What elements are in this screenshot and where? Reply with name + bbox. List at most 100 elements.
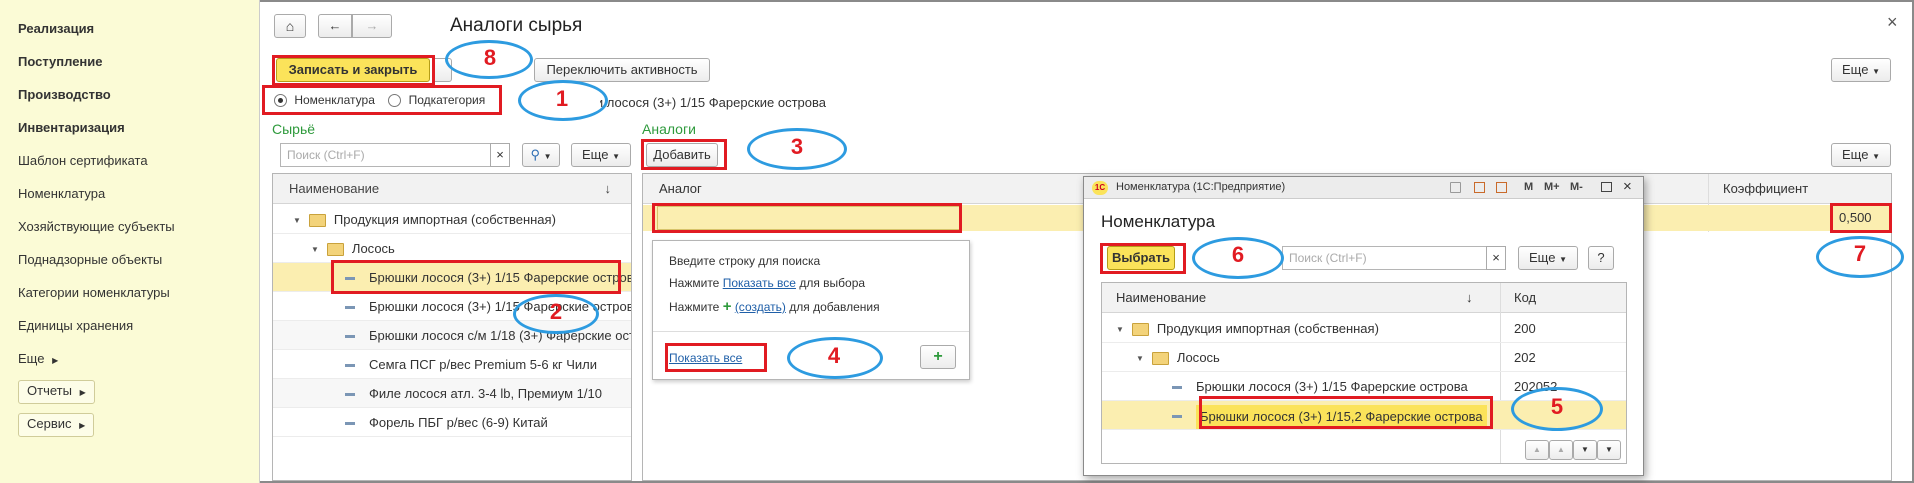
marker-number-6: 6 (1231, 242, 1245, 267)
marker-box-show-all (665, 343, 767, 372)
col-name-header: Наименование (1116, 290, 1207, 305)
raw-search-clear-button[interactable]: × (490, 143, 510, 167)
table-row[interactable]: ▼ Продукция импортная (собственная) (273, 205, 631, 234)
memory-button[interactable]: M (1524, 181, 1533, 193)
sidebar-section-receipt[interactable]: Поступление (18, 54, 103, 69)
marker-box-coef (1830, 203, 1892, 233)
scroll-bottom-button[interactable]: ▼ (1597, 440, 1621, 460)
marker-box-dialog-item (1199, 396, 1493, 429)
memory-plus-button[interactable]: M+ (1544, 181, 1560, 193)
popup-hint-line: Нажмите + (создать) для добавления (669, 298, 880, 315)
nomenclature-dialog: 1С Номенклатура (1С:Предприятие) M M+ M-… (1083, 176, 1644, 476)
chevron-right-icon: ▶ (79, 421, 86, 430)
sidebar-item-business-entities[interactable]: Хозяйствующие субъекты (18, 219, 175, 234)
marker-number-5: 5 (1550, 394, 1564, 419)
create-inline-link[interactable]: (создать) (735, 300, 786, 314)
marker-box-raw-item (331, 260, 621, 294)
marker-box-add (641, 139, 727, 170)
table-row[interactable]: Семга ПСГ р/вес Premium 5-6 кг Чили (273, 350, 631, 379)
create-button[interactable]: + (920, 345, 956, 369)
marker-number-3: 3 (790, 134, 804, 159)
item-icon (345, 306, 355, 310)
folder-icon (308, 214, 326, 228)
table-row[interactable]: ▼ Продукция импортная (собственная) 200 (1102, 314, 1626, 343)
sidebar-more[interactable]: Еще ▶ (18, 351, 58, 366)
item-icon (345, 393, 355, 397)
sidebar-item-nomenclature[interactable]: Номенклатура (18, 186, 105, 201)
marker-box-select (1100, 243, 1186, 274)
more-label: Еще (1529, 250, 1556, 265)
marker-number-2: 2 (549, 299, 563, 324)
folder-icon (1131, 323, 1149, 337)
reports-button[interactable]: Отчеты ▶ (18, 380, 95, 404)
expand-icon[interactable]: ▼ (311, 235, 319, 262)
marker-box-save (272, 55, 435, 86)
table-row[interactable]: ▼ Лосось 202 (1102, 343, 1626, 372)
reports-label: Отчеты (27, 383, 72, 398)
selected-item-text: Брюшки лосося (3+) 1/15 Фарерские остров… (600, 95, 826, 110)
scroll-top-button[interactable]: ▲ (1525, 440, 1549, 460)
scroll-down-button[interactable]: ▼ (1573, 440, 1597, 460)
more-label: Еще (1842, 147, 1869, 162)
calculator-icon[interactable] (1496, 182, 1507, 193)
page-title: Аналоги сырья (450, 15, 583, 36)
home-icon: ⌂ (285, 18, 295, 34)
sidebar-section-sales[interactable]: Реализация (18, 21, 94, 36)
close-icon[interactable]: × (1887, 12, 1898, 33)
service-label: Сервис (27, 416, 72, 431)
close-icon[interactable]: × (1623, 178, 1632, 195)
plus-icon: + (722, 298, 732, 315)
raw-more-button[interactable]: Еще ▼ (571, 143, 631, 167)
search-icon: ⚲ (530, 147, 540, 162)
chevron-down-icon: ▼ (1559, 255, 1567, 264)
item-icon (345, 335, 355, 339)
memory-minus-button[interactable]: M- (1570, 181, 1583, 193)
expand-icon[interactable]: ▼ (293, 206, 301, 233)
scroll-up-button[interactable]: ▲ (1549, 440, 1573, 460)
print-icon[interactable] (1450, 182, 1461, 193)
sidebar-item-supervised-objects[interactable]: Поднадзорные объекты (18, 252, 162, 267)
sort-icon[interactable]: ↓ (1466, 290, 1473, 305)
sidebar-item-nomenclature-categories[interactable]: Категории номенклатуры (18, 285, 170, 300)
table-row[interactable]: Филе лосося атл. 3-4 lb, Премиум 1/10 (273, 379, 631, 408)
col-name-header: Наименование (289, 181, 380, 196)
dialog-title: Номенклатура (1101, 212, 1216, 231)
back-button[interactable]: ← (318, 14, 352, 38)
marker-number-7: 7 (1853, 241, 1867, 266)
arrow-left-icon: ← (328, 18, 342, 33)
service-button[interactable]: Сервис ▶ (18, 413, 95, 437)
more-button-top[interactable]: Еще ▼ (1831, 58, 1891, 82)
expand-icon[interactable]: ▼ (1136, 344, 1144, 371)
help-button[interactable]: ? (1588, 246, 1614, 270)
toggle-active-button[interactable]: Переключить активность (534, 58, 710, 82)
folder-icon (326, 243, 344, 257)
show-all-inline-link[interactable]: Показать все (723, 276, 796, 290)
maximize-icon[interactable] (1601, 182, 1612, 192)
raw-search-button[interactable]: ⚲ ▼ (522, 143, 560, 167)
raw-table-header: Наименование ↓ (273, 174, 631, 204)
table-row[interactable]: Форель ПБГ р/вес (6-9) Китай (273, 408, 631, 437)
table-row[interactable]: ▼ Лосось (273, 234, 631, 263)
calendar-icon[interactable] (1474, 182, 1485, 193)
sidebar-item-certificate-template[interactable]: Шаблон сертификата (18, 153, 148, 168)
dialog-titlebar-text: Номенклатура (1С:Предприятие) (1116, 181, 1286, 193)
analogs-more-button[interactable]: Еще ▼ (1831, 143, 1891, 167)
raw-search-input[interactable]: Поиск (Ctrl+F) (280, 143, 492, 167)
dialog-search-clear-button[interactable]: × (1486, 246, 1506, 270)
dialog-search-input[interactable]: Поиск (Ctrl+F) (1282, 246, 1488, 270)
sidebar-section-production[interactable]: Производство (18, 87, 111, 102)
chevron-down-icon: ▼ (1872, 152, 1880, 161)
item-icon (1172, 415, 1182, 419)
forward-button[interactable]: → (352, 14, 392, 38)
expand-icon[interactable]: ▼ (1116, 315, 1124, 342)
dialog-table: Наименование ↓ Код ▼ Продукция импортная … (1101, 282, 1627, 464)
chevron-right-icon: ▶ (79, 388, 86, 397)
sidebar-section-inventory[interactable]: Инвентаризация (18, 120, 125, 135)
dialog-more-button[interactable]: Еще ▼ (1518, 246, 1578, 270)
home-button[interactable]: ⌂ (274, 14, 306, 38)
sort-icon[interactable]: ↓ (605, 174, 612, 204)
sidebar-item-storage-units[interactable]: Единицы хранения (18, 318, 133, 333)
popup-hint-line: Нажмите Показать все для выбора (669, 276, 866, 290)
sidebar: Реализация Поступление Производство Инве… (0, 0, 260, 483)
marker-number-1: 1 (555, 86, 569, 111)
